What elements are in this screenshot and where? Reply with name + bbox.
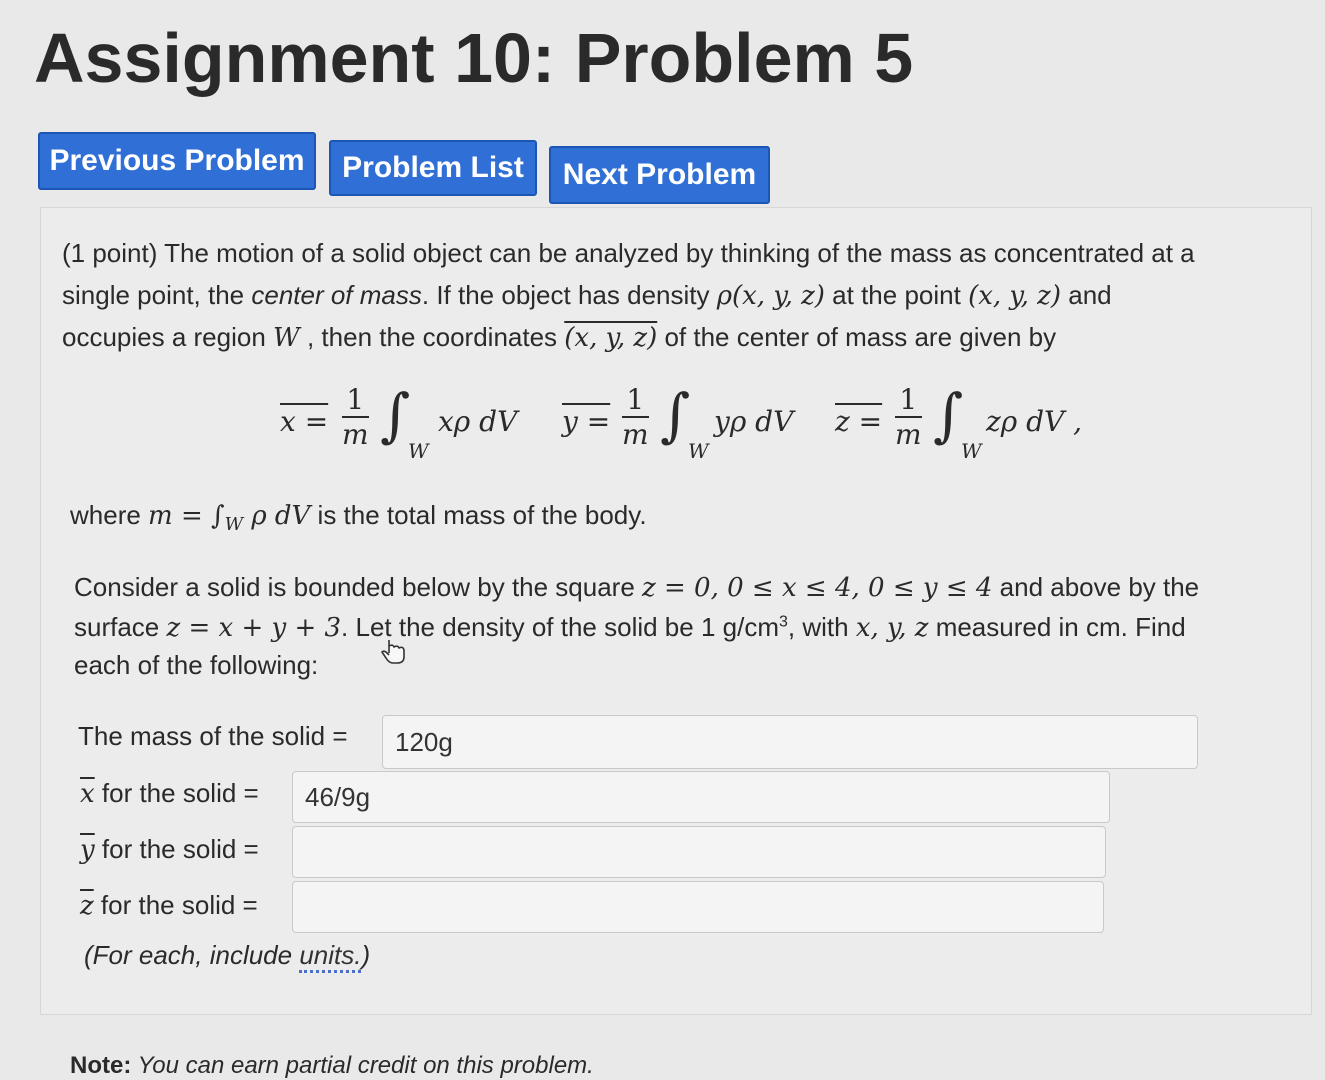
x-bar-lhs: x = [280,405,329,438]
x-fraction: 1m [342,383,369,451]
mass-answer-input[interactable]: 120g [382,715,1198,769]
consider-text-line-3: each of the following: [74,650,319,680]
page-title: Assignment 10: Problem 5 [34,19,914,97]
problem-text-line-2: single point, the center of mass. If the… [62,280,1112,311]
y-fraction: 1m [622,383,649,451]
z-fraction: 1m [895,383,922,451]
hand-pointer-icon [381,640,405,664]
x-integral-sign: ∫ [380,381,411,449]
previous-problem-button[interactable]: Previous Problem [38,132,316,190]
center-of-mass-formulas: x = 1m ∫ W xρ dV y = 1m ∫ W yρ dV z = 1m… [280,381,1083,463]
center-of-mass-term: center of mass [251,280,422,310]
mass-answer-label: The mass of the solid = [78,721,348,751]
z-integral-sign: ∫ [933,381,964,449]
partial-credit-note: Note: You can earn partial credit on thi… [70,1052,594,1079]
z-bar-answer-input[interactable] [292,881,1104,933]
y-bar-answer-input[interactable] [292,826,1106,878]
y-bar-answer-label: y for the solid = [80,834,259,865]
problem-text-line-3: occupies a region W , then the coordinat… [62,322,1057,353]
y-integrand: yρ dV [714,405,794,438]
x-bar-answer-input[interactable]: 46/9g [292,771,1110,823]
next-problem-button[interactable]: Next Problem [549,146,770,204]
x-integrand: xρ dV [438,405,518,438]
z-bar-lhs: z = [835,405,883,438]
x-bar-answer-label: x for the solid = [80,778,259,809]
units-help-link[interactable]: units. [299,940,362,973]
consider-text-line-2: surface z = x + y + 3. Let the density o… [74,612,1186,643]
z-integrand: zρ dV , [986,405,1083,438]
units-note: (For each, include units.) [84,940,370,973]
mass-definition-text: where m = ∫W ρ dV is the total mass of t… [70,500,647,536]
z-bar-answer-label: z for the solid = [80,890,258,921]
consider-text-line-1: Consider a solid is bounded below by the… [74,572,1200,603]
y-integral-sign: ∫ [660,381,691,449]
problem-list-button[interactable]: Problem List [329,140,537,196]
y-bar-lhs: y = [562,405,611,438]
problem-text-line-1: (1 point) The motion of a solid object c… [62,238,1195,268]
